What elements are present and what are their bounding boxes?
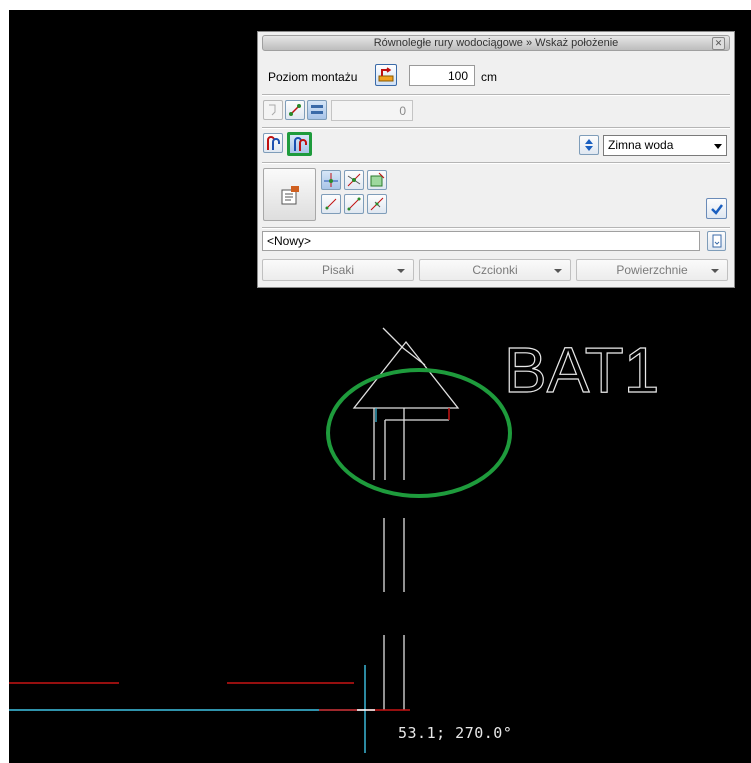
pens-dropdown-label: Pisaki [321, 263, 354, 277]
surfaces-dropdown[interactable]: Powierzchnie [576, 259, 728, 281]
separator [262, 94, 730, 96]
properties-button[interactable] [263, 168, 316, 221]
two-pipes-icon [267, 136, 280, 150]
snap-intersect-button[interactable] [344, 170, 364, 190]
dialog-title: Równoległe rury wodociągowe » Wskaż poło… [373, 37, 619, 49]
pipe-segment-icon [289, 104, 301, 116]
pipe-link-icon [269, 104, 276, 116]
style-select-value: <Nowy> [267, 234, 312, 248]
fixture-symbol [352, 327, 460, 480]
document-icon [712, 234, 721, 248]
snap-perpendicular-icon [370, 197, 384, 211]
medium-select-value: Zimna woda [608, 138, 674, 152]
snap-endpoint-icon [325, 198, 337, 210]
level-unit: cm [481, 70, 497, 84]
pens-dropdown[interactable]: Pisaki [262, 259, 414, 281]
medium-select[interactable]: Zimna woda [603, 135, 727, 156]
snap-axis-button[interactable] [321, 170, 341, 190]
bat1-label: BAT1 [504, 334, 659, 406]
snap-endpoint-button[interactable] [321, 194, 341, 214]
snap-line-button[interactable] [344, 194, 364, 214]
two-pipes-alt-icon [293, 137, 307, 151]
checkmark-icon [710, 203, 723, 215]
pick-level-button[interactable] [375, 64, 397, 86]
properties-icon [281, 185, 299, 204]
chevron-down-icon [554, 269, 562, 273]
up-down-arrows-icon [585, 139, 593, 151]
pipe-segment-button[interactable] [285, 100, 305, 120]
pipes-mode-button[interactable] [263, 133, 283, 153]
level-pick-icon [378, 67, 394, 82]
snap-box-icon [370, 172, 385, 187]
confirm-button[interactable] [706, 198, 727, 219]
separator [262, 162, 730, 164]
fonts-dropdown[interactable]: Czcionki [419, 259, 571, 281]
dialog-titlebar[interactable]: Równoległe rury wodociągowe » Wskaż poło… [262, 35, 730, 51]
snap-intersect-icon [347, 173, 361, 187]
snap-line-icon [347, 197, 361, 211]
snap-axis-icon [324, 173, 338, 187]
surfaces-dropdown-label: Powierzchnie [616, 263, 688, 277]
level-input[interactable]: 100 [409, 65, 475, 86]
parallel-pipes [383, 518, 405, 710]
swap-medium-button[interactable] [579, 135, 599, 155]
chevron-down-icon [397, 269, 405, 273]
close-icon[interactable]: ✕ [712, 37, 725, 50]
snap-perpendicular-button[interactable] [367, 194, 387, 214]
pipes-mode-selected-button[interactable] [287, 132, 312, 156]
count-input[interactable]: 0 [331, 100, 413, 121]
chevron-down-icon [711, 269, 719, 273]
style-select[interactable]: <Nowy> [262, 231, 700, 251]
pipe-disabled-button[interactable] [263, 100, 283, 120]
align-lines-icon [311, 105, 323, 114]
separator [262, 227, 730, 229]
pipe-align-button[interactable] [307, 100, 327, 120]
highlight-ellipse [326, 368, 512, 498]
parallel-pipes-dialog: Równoległe rury wodociągowe » Wskaż poło… [257, 31, 735, 288]
separator [262, 127, 730, 129]
snap-box-button[interactable] [367, 170, 387, 190]
fonts-dropdown-label: Czcionki [472, 263, 518, 277]
chevron-down-icon [714, 144, 722, 149]
style-menu-button[interactable] [707, 231, 726, 251]
level-label: Poziom montażu [268, 70, 358, 84]
coordinate-readout: 53.1; 270.0° [398, 724, 513, 742]
